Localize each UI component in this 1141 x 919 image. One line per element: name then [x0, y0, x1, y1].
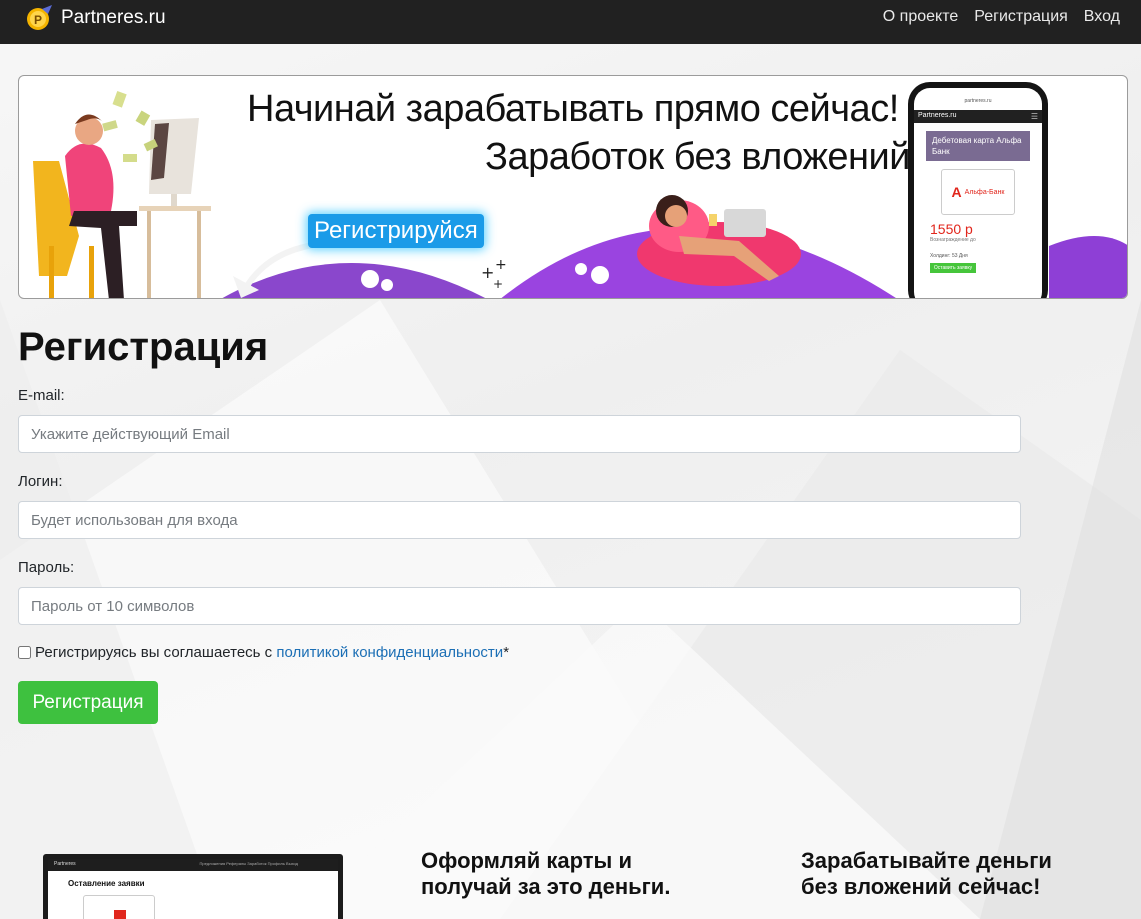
- bank-logo-text: Альфа-Банк: [964, 188, 1005, 196]
- register-submit-button[interactable]: Регистрация: [18, 681, 158, 724]
- nav-link-register[interactable]: Регистрация: [974, 8, 1068, 26]
- nav-link-about[interactable]: О проекте: [883, 8, 958, 26]
- promo-banner[interactable]: + + + Начинай зарабатывать прямо сейчас!…: [18, 75, 1128, 299]
- promo-screenshot-links: Предложения Рефералы Заработок Профиль В…: [199, 861, 299, 866]
- alfa-logo-icon: А: [951, 184, 962, 200]
- email-field[interactable]: [18, 415, 1021, 453]
- privacy-agree-checkbox[interactable]: [18, 646, 31, 659]
- nav-link-login[interactable]: Вход: [1084, 8, 1120, 26]
- phone-reward-caption: Вознаграждение до: [930, 237, 976, 243]
- phone-brand: Partneres.ru: [918, 112, 957, 119]
- bank-logo: А Альфа-Банк: [941, 169, 1015, 215]
- phone-card-title: Дебетовая карта Альфа Банк: [926, 131, 1030, 161]
- promo-screenshot-card: [83, 895, 155, 919]
- promo-heading-earn-line2: без вложений сейчас!: [801, 874, 1041, 899]
- brand-logo-icon: P: [27, 5, 52, 30]
- phone-navbar: Partneres.ru ☰: [914, 110, 1042, 123]
- svg-text:+: +: [493, 277, 503, 291]
- promo-heading-earn: Зарабатывайте деньги без вложений сейчас…: [801, 848, 1052, 900]
- email-label: E-mail:: [18, 387, 65, 404]
- promo-heading-cards: Оформляй карты и получай за это деньги.: [421, 848, 670, 900]
- banner-register-cta[interactable]: Регистрируйся: [308, 214, 484, 248]
- login-field[interactable]: [18, 501, 1021, 539]
- svg-text:P: P: [34, 13, 42, 27]
- promo-heading-cards-line1: Оформляй карты и: [421, 848, 632, 873]
- svg-text:+: +: [495, 257, 507, 273]
- banner-phone-mockup: partneres.ru Partneres.ru ☰ Дебетовая ка…: [908, 82, 1048, 298]
- privacy-agreement-row: Регистрируясь вы соглашаетесь с политико…: [18, 644, 509, 661]
- password-label: Пароль:: [18, 559, 75, 576]
- promo-screenshot: Partneres Предложения Рефералы Заработок…: [43, 854, 343, 919]
- phone-apply-button: Оставить заявку: [930, 263, 976, 273]
- phone-url: partneres.ru: [964, 98, 992, 104]
- phone-hold: Холдинг: 53 Дня: [930, 253, 968, 259]
- required-mark: *: [503, 644, 510, 661]
- privacy-policy-link[interactable]: политикой конфиденциальности: [276, 644, 503, 661]
- promo-screenshot-navbar: Partneres Предложения Рефералы Заработок…: [48, 859, 338, 871]
- bank-logo-icon: [114, 910, 126, 919]
- login-label: Логин:: [18, 473, 63, 490]
- banner-headline: Начинай зарабатывать прямо сейчас!: [247, 88, 899, 130]
- banner-subheadline: Заработок без вложений: [485, 136, 910, 178]
- promo-screenshot-brand: Partneres: [54, 861, 76, 867]
- brand-name: Partneres.ru: [61, 7, 166, 28]
- promo-screenshot-screen: Partneres Предложения Рефералы Заработок…: [48, 859, 338, 919]
- phone-price: 1550 р: [930, 221, 973, 237]
- brand-link[interactable]: P Partneres.ru: [24, 3, 166, 33]
- page-title: Регистрация: [18, 325, 269, 369]
- top-navbar: P Partneres.ru О проекте Регистрация Вхо…: [0, 0, 1141, 44]
- privacy-agree-text: Регистрируясь вы соглашаетесь с: [35, 644, 273, 661]
- phone-screen: partneres.ru Partneres.ru ☰ Дебетовая ка…: [914, 88, 1042, 298]
- nav-links: О проекте Регистрация Вход: [867, 8, 1120, 26]
- password-field[interactable]: [18, 587, 1021, 625]
- hamburger-menu-icon: ☰: [1030, 112, 1038, 121]
- promo-heading-earn-line1: Зарабатывайте деньги: [801, 848, 1052, 873]
- promo-heading-cards-line2: получай за это деньги.: [421, 874, 671, 899]
- promo-screenshot-title: Оставление заявки: [68, 879, 145, 888]
